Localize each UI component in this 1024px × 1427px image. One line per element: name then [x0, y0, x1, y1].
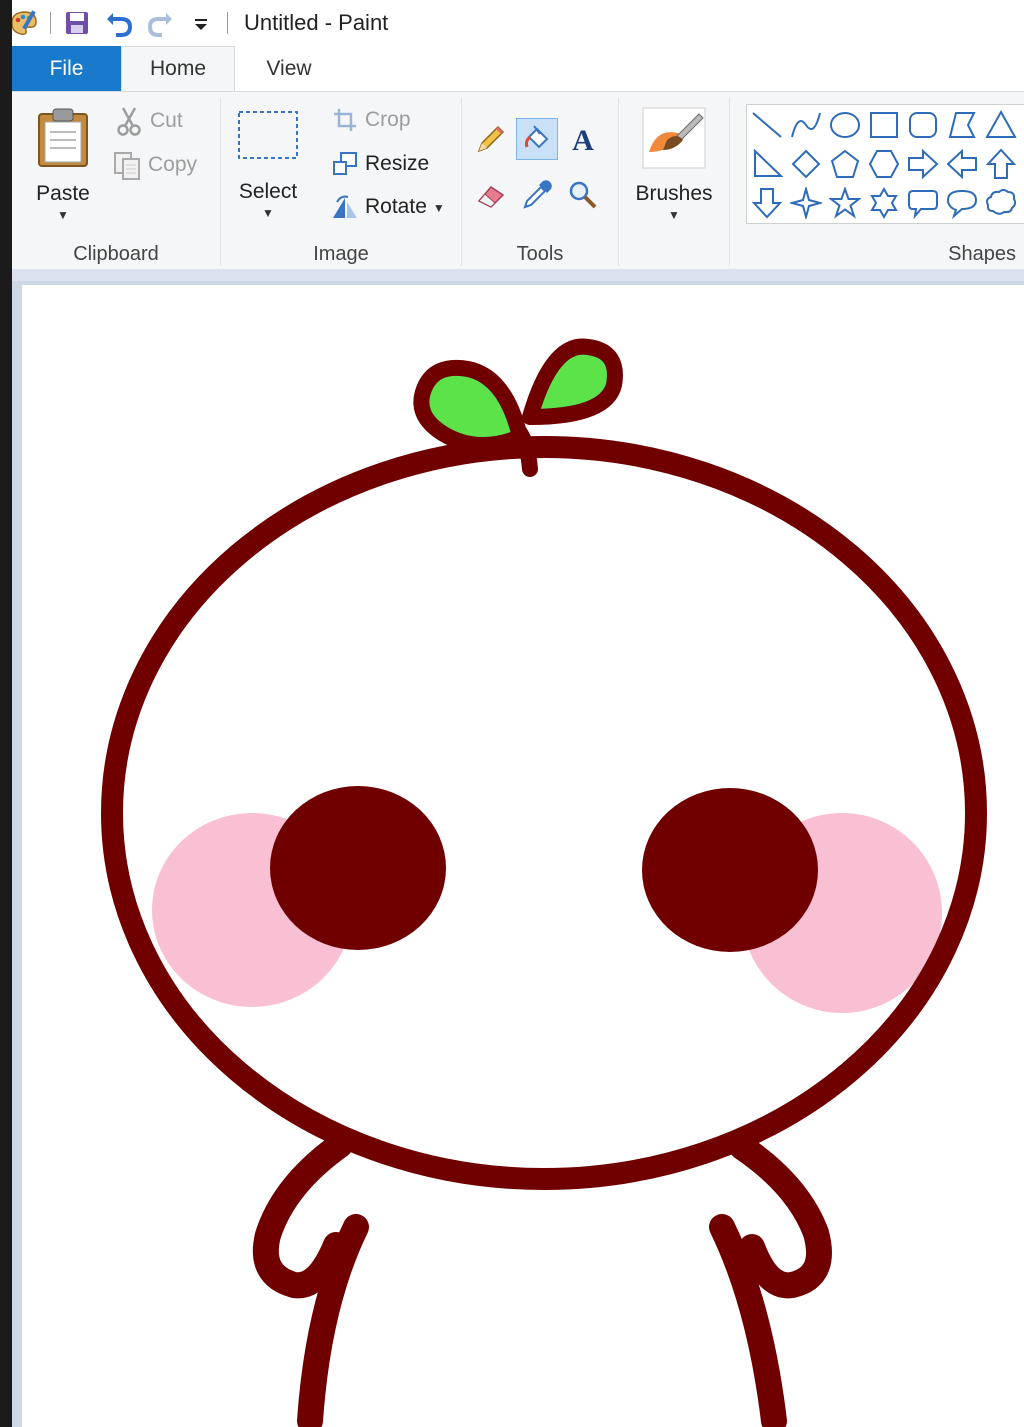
brushes-button[interactable]: Brushes ▼ — [629, 106, 719, 222]
clipboard-group-label: Clipboard — [73, 243, 159, 265]
copy-button[interactable]: Copy — [110, 150, 197, 180]
undo-icon[interactable] — [103, 7, 135, 39]
svg-text:A: A — [572, 124, 594, 155]
resize-button[interactable]: Resize — [331, 151, 429, 177]
crop-label: Crop — [365, 108, 411, 131]
right-leaf — [522, 338, 623, 425]
shapes-group: Shapes — [730, 92, 1024, 270]
qa-divider — [227, 12, 228, 34]
tab-file[interactable]: File — [12, 46, 121, 91]
shapes-group-label: Shapes — [948, 243, 1016, 265]
oval-shape-icon[interactable] — [827, 107, 863, 143]
drawing-artwork — [101, 338, 987, 1427]
copy-icon — [110, 150, 144, 180]
magnifier-icon[interactable] — [562, 174, 604, 216]
cut-button[interactable]: Cut — [114, 106, 183, 136]
curve-shape-icon[interactable] — [788, 107, 824, 143]
rotate-label: Rotate — [365, 195, 427, 218]
right-arrow-shape-icon[interactable] — [905, 146, 941, 182]
brush-icon — [641, 106, 707, 176]
paste-button[interactable]: Paste ▼ — [30, 106, 96, 222]
triangle-shape-icon[interactable] — [983, 107, 1019, 143]
crop-button[interactable]: Crop — [331, 108, 411, 132]
four-point-star-shape-icon[interactable] — [788, 185, 824, 221]
brushes-label: Brushes — [635, 182, 713, 205]
shapes-gallery — [746, 104, 1024, 224]
color-picker-icon[interactable] — [516, 174, 558, 216]
polygon-shape-icon[interactable] — [944, 107, 980, 143]
paste-label: Paste — [36, 182, 90, 205]
crop-icon — [331, 108, 359, 132]
tools-group: A Tools — [462, 92, 618, 270]
select-rectangle-icon — [237, 110, 299, 168]
redo-icon[interactable] — [145, 7, 177, 39]
copy-label: Copy — [148, 153, 198, 176]
image-group: Select ▼ Crop Resize Rotate ▼ Image — [221, 92, 461, 270]
ribbon-tabs: File Home View — [12, 46, 1024, 91]
paint-window: Untitled - Paint File Home View Paste ▼ … — [12, 0, 1024, 1427]
up-arrow-shape-icon[interactable] — [983, 146, 1019, 182]
title-bar: Untitled - Paint — [12, 0, 1024, 46]
chevron-down-icon: ▼ — [262, 206, 274, 220]
rounded-callout-shape-icon[interactable] — [905, 185, 941, 221]
drawing-canvas[interactable] — [22, 285, 1024, 1427]
down-arrow-shape-icon[interactable] — [749, 185, 785, 221]
window-title: Untitled - Paint — [244, 10, 389, 35]
fill-bucket-icon[interactable] — [516, 118, 558, 160]
cloud-callout-shape-icon[interactable] — [983, 185, 1019, 221]
ribbon-home: Paste ▼ Cut Copy Clipboard Select ▼ Crop… — [12, 91, 1024, 269]
clipboard-icon — [35, 106, 91, 174]
five-point-star-shape-icon[interactable] — [827, 185, 863, 221]
tab-home[interactable]: Home — [121, 46, 235, 91]
chevron-down-icon: ▼ — [668, 208, 680, 222]
rotate-icon — [331, 194, 359, 220]
diamond-shape-icon[interactable] — [788, 146, 824, 182]
rotate-button[interactable]: Rotate ▼ — [331, 194, 445, 220]
workspace-ruler-strip — [12, 269, 1024, 281]
rectangle-shape-icon[interactable] — [866, 107, 902, 143]
qa-divider — [50, 12, 51, 34]
tab-view[interactable]: View — [235, 46, 343, 91]
workspace-area — [12, 269, 1024, 1427]
customize-dropdown-icon[interactable] — [185, 7, 217, 39]
right-arm — [709, 1134, 832, 1427]
resize-icon — [331, 151, 359, 177]
pencil-icon[interactable] — [470, 118, 512, 160]
left-arm — [252, 1132, 369, 1427]
cut-label: Cut — [150, 109, 183, 132]
quick-access-toolbar — [12, 0, 238, 46]
paint-palette-icon[interactable] — [12, 7, 40, 39]
left-eye — [270, 786, 446, 950]
left-arrow-shape-icon[interactable] — [944, 146, 980, 182]
resize-label: Resize — [365, 152, 430, 175]
clipboard-group: Paste ▼ Cut Copy Clipboard — [12, 92, 220, 270]
right-eye — [642, 788, 818, 952]
text-tool-icon[interactable]: A — [562, 118, 604, 160]
brushes-group: Brushes ▼ — [619, 92, 729, 270]
right-triangle-shape-icon[interactable] — [749, 146, 785, 182]
left-leaf — [413, 360, 528, 453]
select-label: Select — [238, 180, 298, 203]
line-shape-icon[interactable] — [749, 107, 785, 143]
eraser-icon[interactable] — [470, 174, 512, 216]
hexagon-shape-icon[interactable] — [866, 146, 902, 182]
rounded-rectangle-shape-icon[interactable] — [905, 107, 941, 143]
tools-group-label: Tools — [516, 243, 564, 265]
image-group-label: Image — [313, 243, 369, 265]
select-button[interactable]: Select ▼ — [235, 110, 301, 220]
six-point-star-shape-icon[interactable] — [866, 185, 902, 221]
pentagon-shape-icon[interactable] — [827, 146, 863, 182]
save-icon[interactable] — [61, 7, 93, 39]
head-outline — [101, 436, 987, 1190]
chevron-down-icon: ▼ — [57, 208, 69, 222]
oval-callout-shape-icon[interactable] — [944, 185, 980, 221]
scissors-icon — [114, 106, 144, 136]
chevron-down-icon: ▼ — [432, 201, 445, 215]
